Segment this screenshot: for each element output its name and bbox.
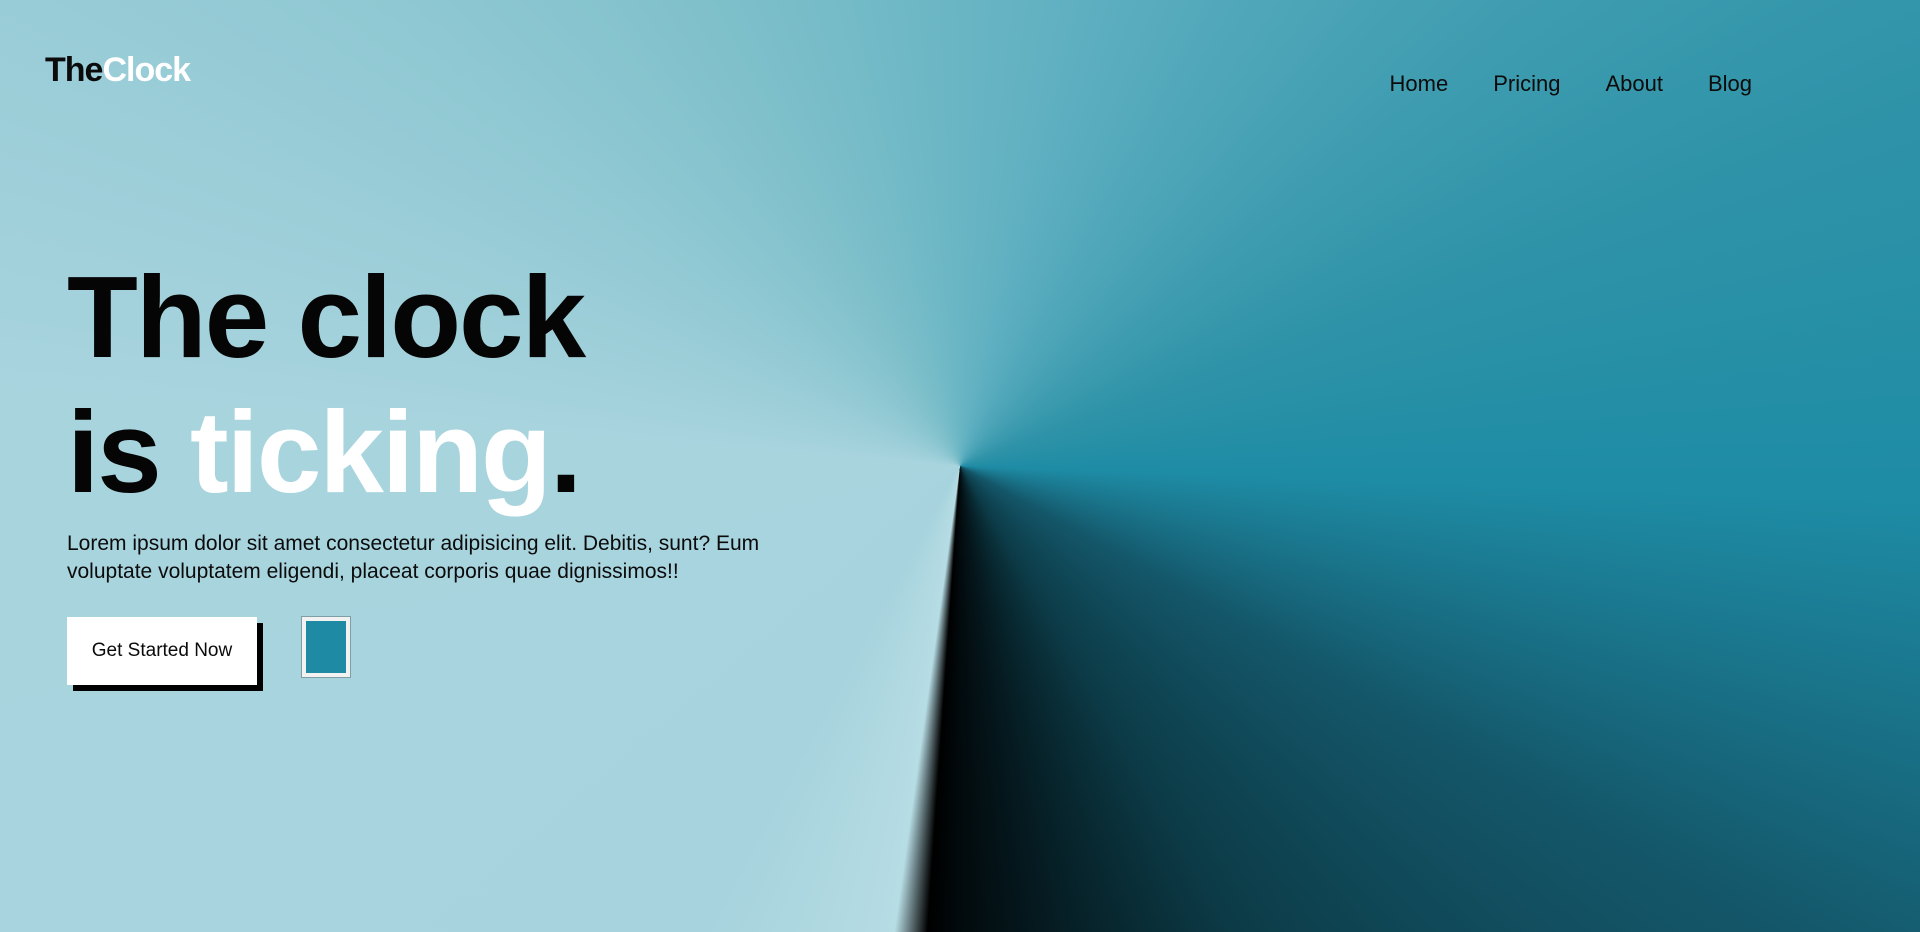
nav-link-about[interactable]: About [1605, 69, 1663, 99]
headline-period: . [549, 387, 582, 517]
secondary-square-button[interactable] [302, 617, 350, 677]
nav-link-blog[interactable]: Blog [1708, 69, 1752, 99]
hero-headline: The clock is ticking. [67, 250, 827, 520]
headline-line-1: The clock [67, 252, 586, 382]
get-started-button[interactable]: Get Started Now [67, 617, 257, 685]
nav-link-pricing[interactable]: Pricing [1493, 69, 1560, 99]
hero-section: The clock is ticking. Lorem ipsum dolor … [67, 250, 827, 586]
hero-actions: Get Started Now [67, 617, 350, 685]
headline-line-2: is ticking. [67, 385, 827, 520]
navbar: TheClock Home Pricing About Blog [0, 0, 1920, 140]
headline-word-is: is [67, 387, 190, 517]
site-logo[interactable]: TheClock [45, 48, 191, 92]
logo-text-clock: Clock [102, 51, 191, 89]
headline-word-ticking: ticking [189, 387, 552, 517]
nav-link-home[interactable]: Home [1390, 69, 1449, 99]
logo-text-the: The [45, 51, 103, 89]
hero-description: Lorem ipsum dolor sit amet consectetur a… [67, 532, 760, 583]
main-nav: Home Pricing About Blog [1390, 69, 1752, 99]
